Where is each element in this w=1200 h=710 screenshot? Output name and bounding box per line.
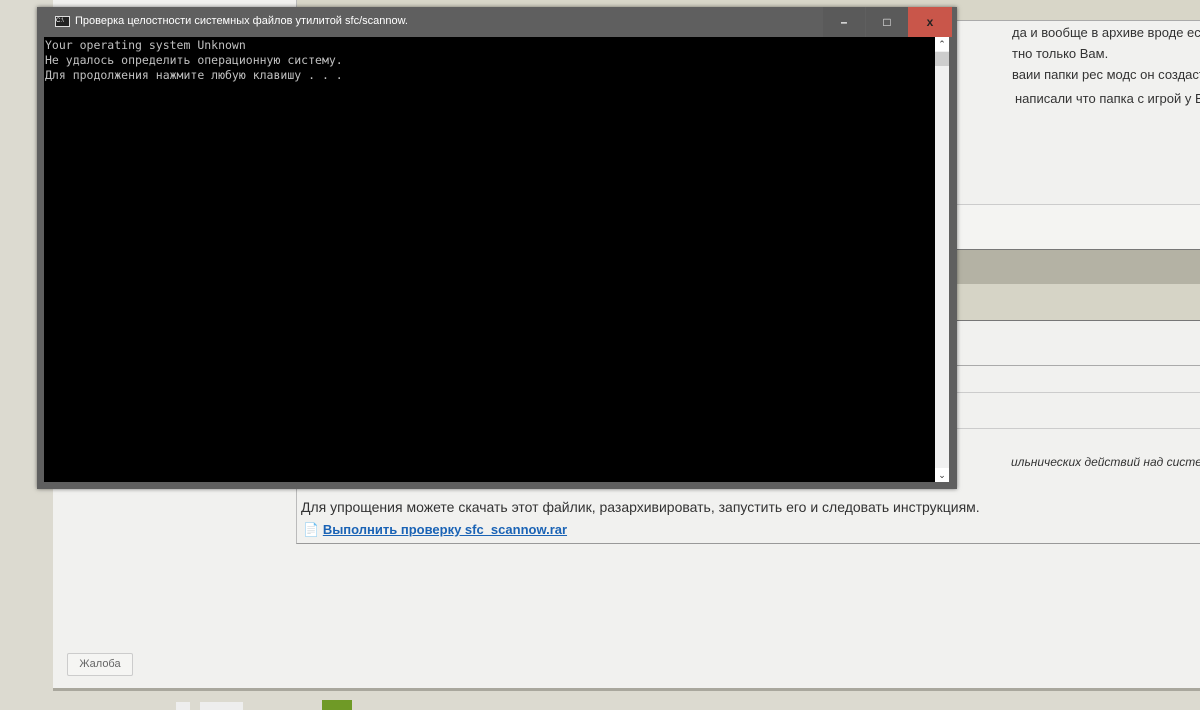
minimize-button[interactable]: – (823, 7, 865, 37)
page-tab[interactable] (200, 702, 243, 710)
console-line: Не удалось определить операционную систе… (45, 53, 343, 67)
post-text: ваии папки рес модс он создаст ее и ус (1012, 67, 1200, 82)
maximize-button[interactable]: □ (866, 7, 908, 37)
scroll-thumb[interactable] (935, 52, 949, 66)
console-line: Для продолжения нажмите любую клавишу . … (45, 68, 343, 82)
green-button[interactable] (322, 700, 352, 710)
post-text-italic: ильнических действий над системой. (1011, 455, 1200, 469)
console-icon: C:\ (55, 15, 70, 27)
instruction-text: Для упрощения можете скачать этот файлик… (301, 499, 980, 515)
close-button[interactable]: x (908, 7, 952, 37)
window-title-text: Проверка целостности системных файлов ут… (75, 15, 408, 27)
attachment-link[interactable]: Выполнить проверку sfc_scannow.rar (323, 522, 567, 537)
scrollbar[interactable]: ⌃ ⌄ (935, 37, 949, 482)
window-title: C:\ Проверка целостности системных файлов… (55, 15, 408, 27)
scroll-down-icon[interactable]: ⌄ (935, 468, 949, 482)
post-text: написали что папка с игрой у Вас одна (1015, 91, 1200, 106)
scroll-up-icon[interactable]: ⌃ (935, 37, 949, 51)
post-text: да и вообще в архиве вроде есть файл (1012, 25, 1200, 40)
console-window: C:\ Проверка целостности системных файлов… (37, 7, 957, 489)
report-button[interactable]: Жалоба (67, 653, 133, 676)
console-output: Your operating system Unknown Не удалось… (44, 37, 935, 482)
console-line: Your operating system Unknown (45, 38, 246, 52)
post-text: тно только Вам. (1012, 46, 1109, 61)
page-tab[interactable] (176, 702, 190, 710)
attachment: 📄 Выполнить проверку sfc_scannow.rar (303, 522, 567, 538)
file-icon: 📄 (303, 522, 320, 537)
